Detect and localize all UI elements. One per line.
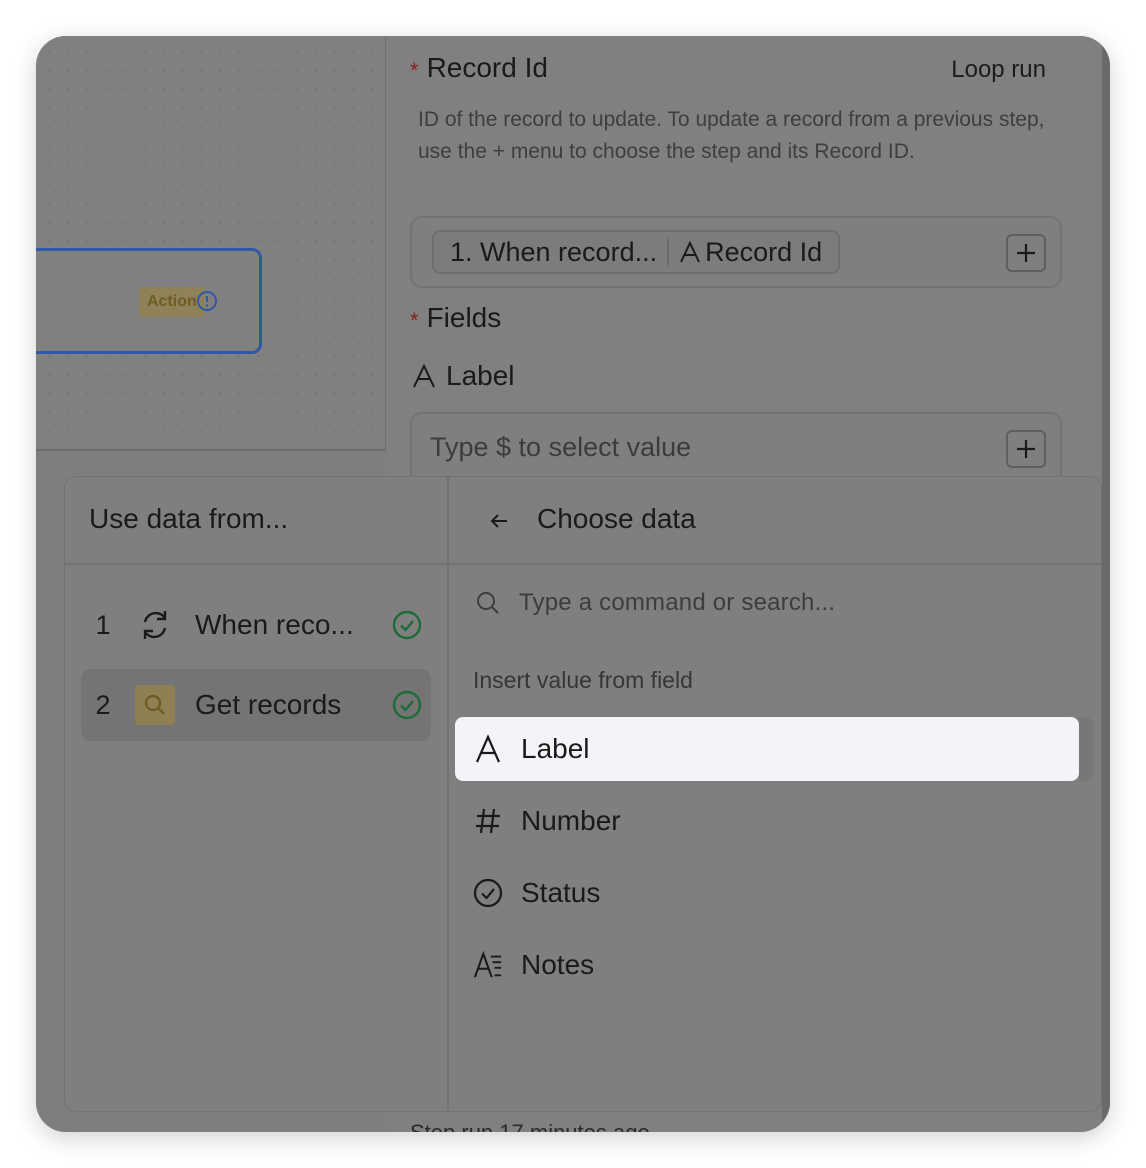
- field-option-text: Label: [521, 733, 590, 764]
- record-id-input[interactable]: 1. When record... Record Id: [410, 216, 1062, 288]
- record-id-token-chip[interactable]: 1. When record... Record Id: [432, 230, 841, 274]
- text-icon: [413, 363, 435, 388]
- chip-field-name: Record Id: [705, 236, 823, 267]
- field-option-status[interactable]: Status: [455, 861, 1079, 925]
- search-icon: [477, 592, 499, 614]
- label-value-input[interactable]: Type $ to select value: [410, 412, 1062, 484]
- field-option-notes[interactable]: Notes: [455, 933, 1079, 997]
- workflow-node-action[interactable]: Action: [36, 248, 262, 354]
- text-icon: [473, 734, 503, 764]
- search-placeholder: Type a command or search...: [519, 589, 836, 616]
- status-check-icon: [473, 878, 503, 908]
- hash-icon: [473, 806, 503, 836]
- use-data-from-title: Use data from...: [89, 503, 289, 534]
- required-asterisk: *: [410, 308, 419, 333]
- panel-scrollbar[interactable]: [1102, 36, 1110, 1132]
- plus-icon: [1017, 244, 1035, 262]
- app-window: Action * Record Id Loop run ID of the re…: [36, 36, 1110, 1132]
- check-circle-icon: [392, 610, 422, 640]
- plus-icon: [1017, 440, 1035, 458]
- step-number: 2: [95, 689, 111, 720]
- text-icon: [680, 240, 700, 263]
- workflow-canvas[interactable]: Action: [36, 36, 386, 450]
- data-search-input[interactable]: Type a command or search...: [475, 589, 835, 617]
- insert-value-section-label: Insert value from field: [473, 667, 693, 693]
- fields-label: Fields: [426, 302, 502, 333]
- field-option-text: Notes: [521, 949, 595, 980]
- record-id-label: Record Id: [426, 52, 548, 83]
- long-text-icon: [473, 950, 503, 980]
- step-item-get-records[interactable]: 2 Get records: [81, 669, 431, 741]
- data-picker-popup: Use data from... 1 When reco... 2 Get re…: [64, 476, 1102, 1112]
- field-option-number[interactable]: Number: [455, 789, 1079, 853]
- field-option-text: Status: [521, 877, 601, 908]
- step-label: When reco...: [195, 609, 354, 640]
- add-token-button[interactable]: [1006, 430, 1046, 468]
- info-icon[interactable]: [195, 289, 219, 313]
- step-source-pane: Use data from... 1 When reco... 2 Get re…: [65, 477, 449, 1111]
- record-id-description: ID of the record to update. To update a …: [418, 108, 1045, 163]
- active-row-edge: [1079, 717, 1093, 781]
- step-run-status: Step run 17 minutes ago: [410, 1120, 650, 1132]
- chip-step-name: 1. When record...: [450, 236, 658, 267]
- add-token-button[interactable]: [1006, 234, 1046, 272]
- back-arrow-icon[interactable]: [487, 509, 511, 533]
- chip-separator: [667, 239, 670, 265]
- required-asterisk: *: [410, 58, 419, 83]
- field-option-label[interactable]: Label: [455, 717, 1079, 781]
- step-label: Get records: [195, 689, 342, 720]
- field-option-text: Number: [521, 805, 621, 836]
- refresh-icon: [135, 605, 175, 645]
- search-icon: [135, 685, 175, 725]
- value-placeholder: Type $ to select value: [430, 432, 692, 462]
- choose-data-header: Choose data: [449, 477, 1101, 565]
- step-number: 1: [95, 609, 111, 640]
- choose-data-pane: Choose data Type a command or search... …: [449, 477, 1101, 1111]
- step-item-when-record[interactable]: 1 When reco...: [81, 589, 431, 661]
- label-field-row: Label: [412, 360, 515, 392]
- choose-data-title: Choose data: [537, 503, 696, 534]
- record-id-label-row: * Record Id: [410, 52, 548, 84]
- check-circle-icon: [392, 690, 422, 720]
- label-field-name: Label: [446, 360, 515, 391]
- loop-run-button[interactable]: Loop run: [951, 56, 1046, 84]
- fields-label-row: * Fields: [410, 302, 501, 334]
- step-source-header: Use data from...: [65, 477, 447, 565]
